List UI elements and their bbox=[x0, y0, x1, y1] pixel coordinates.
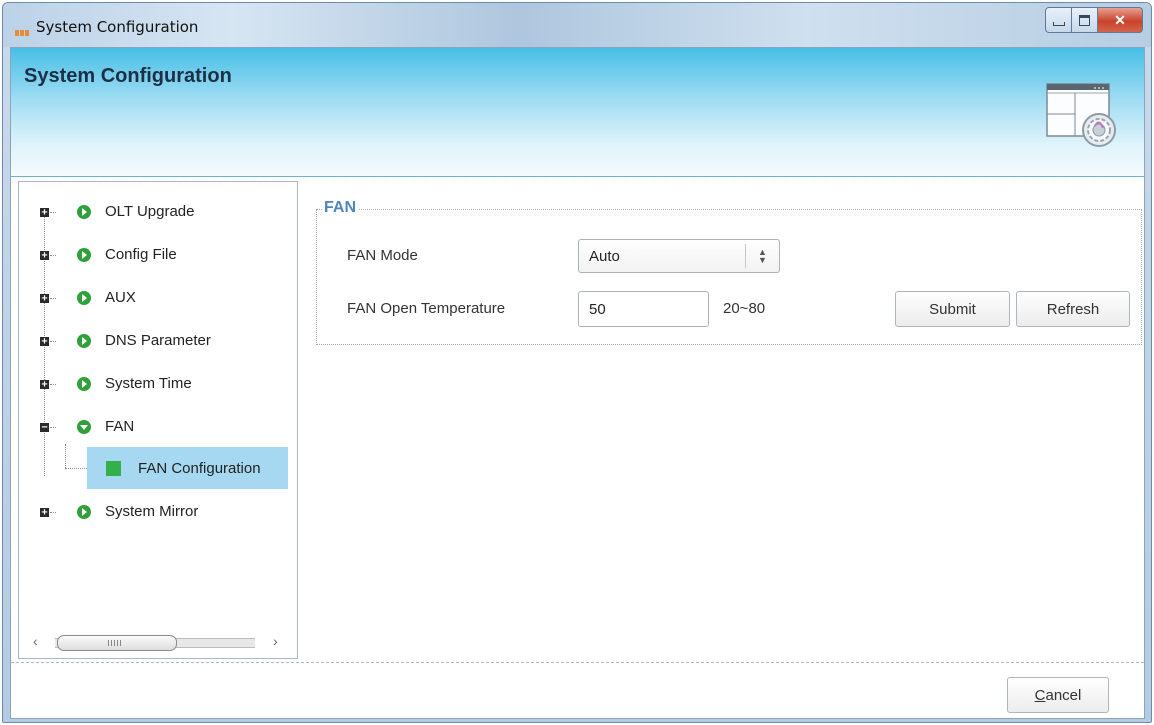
fan-group-title: FAN bbox=[322, 199, 358, 217]
page-title: System Configuration bbox=[24, 65, 232, 87]
scroll-right-icon[interactable]: › bbox=[273, 633, 278, 649]
collapse-icon[interactable]: − bbox=[40, 423, 49, 433]
cancel-label-rest: ancel bbox=[1045, 686, 1082, 704]
scroll-thumb[interactable] bbox=[57, 635, 177, 651]
tree-item-system-mirror[interactable]: System Mirror bbox=[105, 503, 198, 520]
node-play-icon bbox=[77, 377, 91, 391]
refresh-button[interactable]: Refresh bbox=[1016, 291, 1130, 327]
tree-item-dns-parameter[interactable]: DNS Parameter bbox=[105, 332, 211, 349]
window-title: System Configuration bbox=[36, 18, 199, 36]
close-icon: ✕ bbox=[1114, 11, 1126, 28]
fan-mode-select[interactable]: Auto ▲ ▼ bbox=[578, 239, 780, 273]
tree-connector bbox=[50, 427, 56, 428]
tree-connector bbox=[50, 212, 56, 213]
tree-horizontal-scrollbar[interactable]: ‹ › bbox=[31, 633, 284, 651]
tree-connector bbox=[50, 512, 56, 513]
expand-icon[interactable]: + bbox=[40, 508, 49, 518]
fan-mode-value: Auto bbox=[589, 248, 620, 265]
temperature-range-hint: 20~80 bbox=[723, 300, 766, 317]
fan-open-temperature-label: FAN Open Temperature bbox=[347, 300, 506, 317]
tree-connector bbox=[50, 341, 56, 342]
node-play-icon bbox=[77, 248, 91, 262]
scroll-left-icon[interactable]: ‹ bbox=[33, 633, 38, 649]
app-window: System Configuration ✕ System Configurat… bbox=[2, 2, 1152, 723]
leaf-square-icon bbox=[106, 461, 121, 476]
tree-item-olt-upgrade[interactable]: OLT Upgrade bbox=[105, 203, 195, 220]
header-banner: System Configuration bbox=[11, 48, 1144, 177]
maximize-button[interactable] bbox=[1072, 7, 1098, 33]
close-button[interactable]: ✕ bbox=[1098, 7, 1143, 33]
fan-open-temperature-input[interactable] bbox=[578, 291, 709, 327]
expand-icon[interactable]: + bbox=[40, 251, 49, 261]
cancel-button[interactable]: Cancel bbox=[1007, 677, 1109, 713]
tree-item-system-time[interactable]: System Time bbox=[105, 375, 192, 392]
spinner-arrows-icon[interactable]: ▲ ▼ bbox=[745, 244, 779, 268]
tree-item-aux[interactable]: AUX bbox=[105, 289, 136, 306]
tree-connector bbox=[65, 468, 87, 469]
footer-separator bbox=[11, 662, 1144, 663]
expand-icon[interactable]: + bbox=[40, 337, 49, 347]
tree-connector bbox=[50, 298, 56, 299]
node-play-icon bbox=[77, 291, 91, 305]
node-expanded-icon bbox=[77, 420, 91, 434]
minimize-icon bbox=[1052, 22, 1065, 26]
node-play-icon bbox=[77, 334, 91, 348]
tree-item-fan-configuration[interactable]: FAN Configuration bbox=[138, 460, 261, 477]
title-bar[interactable]: System Configuration ✕ bbox=[3, 3, 1151, 47]
system-config-gear-icon bbox=[1046, 83, 1116, 147]
minimize-button[interactable] bbox=[1045, 7, 1072, 33]
expand-icon[interactable]: + bbox=[40, 380, 49, 390]
node-play-icon bbox=[77, 205, 91, 219]
tree-child-guide bbox=[65, 444, 66, 468]
dialog-client: System Configuration + OLT Upgrade + Con… bbox=[10, 47, 1145, 719]
tree-connector bbox=[50, 384, 56, 385]
fan-mode-label: FAN Mode bbox=[347, 247, 418, 264]
submit-button[interactable]: Submit bbox=[895, 291, 1010, 327]
tree-item-config-file[interactable]: Config File bbox=[105, 246, 177, 263]
grip-icon bbox=[108, 640, 122, 646]
maximize-icon bbox=[1079, 14, 1090, 26]
navigation-tree: + OLT Upgrade + Config File + AUX + DNS … bbox=[18, 181, 298, 659]
app-icon bbox=[15, 23, 31, 36]
cancel-mnemonic: C bbox=[1034, 686, 1046, 704]
window-controls: ✕ bbox=[1045, 7, 1143, 33]
expand-icon[interactable]: + bbox=[40, 294, 49, 304]
node-play-icon bbox=[77, 505, 91, 519]
tree-item-fan[interactable]: FAN bbox=[105, 418, 134, 435]
tree-connector bbox=[50, 255, 56, 256]
expand-icon[interactable]: + bbox=[40, 208, 49, 218]
